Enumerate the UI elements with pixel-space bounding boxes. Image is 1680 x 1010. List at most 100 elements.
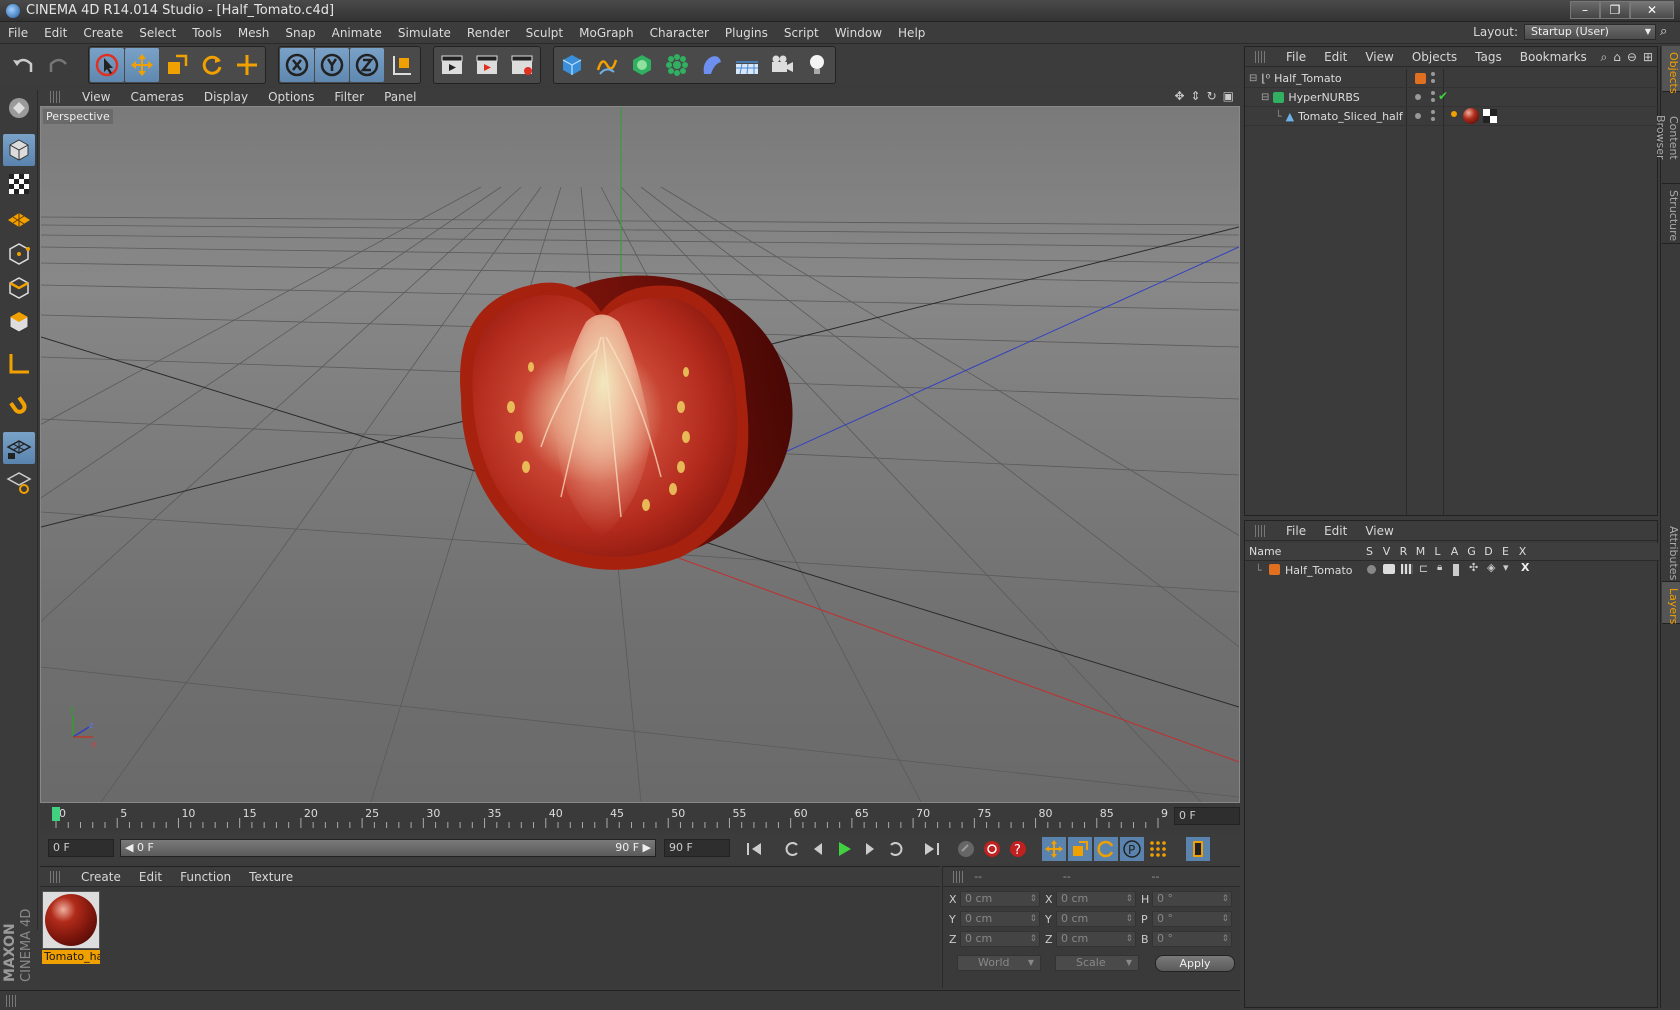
home-icon[interactable]: ⌂	[1613, 50, 1621, 65]
goto-next-key-button[interactable]	[884, 837, 908, 861]
layer-column-name[interactable]: Name	[1245, 545, 1361, 558]
layer-column-generators[interactable]: G	[1463, 545, 1480, 558]
layer-column-deformers[interactable]: D	[1480, 545, 1497, 558]
viewport-menu-filter[interactable]: Filter	[324, 90, 374, 104]
tab-layers[interactable]: Layers	[1662, 582, 1680, 624]
goto-previous-key-button[interactable]	[780, 837, 804, 861]
edges-mode-button[interactable]	[3, 272, 35, 304]
panel-grip[interactable]	[1255, 50, 1267, 63]
record-active-objects-button[interactable]	[954, 837, 978, 861]
tab-attributes[interactable]: Attributes	[1662, 520, 1680, 582]
layer-column-render[interactable]: R	[1395, 545, 1412, 558]
viewport-menu-view[interactable]: View	[72, 90, 120, 104]
rotation-track-toggle[interactable]	[1094, 837, 1118, 861]
view-toggle-icon[interactable]	[1383, 564, 1395, 574]
undo-button[interactable]	[6, 48, 40, 82]
material-thumbnail[interactable]	[42, 891, 100, 949]
minimize-button[interactable]: –	[1570, 1, 1600, 19]
material-menu-texture[interactable]: Texture	[240, 870, 302, 884]
menu-render[interactable]: Render	[459, 26, 518, 40]
menu-animate[interactable]: Animate	[324, 26, 390, 40]
layout-dropdown[interactable]: Startup (User)	[1524, 24, 1656, 40]
autokeying-button[interactable]	[980, 837, 1004, 861]
render-settings-button[interactable]	[505, 48, 539, 82]
editor-visibility-dot[interactable]	[1431, 91, 1435, 95]
xref-toggle-icon[interactable]: X	[1521, 561, 1529, 574]
menu-mograph[interactable]: MoGraph	[571, 26, 642, 40]
material-name-label[interactable]: Tomato_ha	[42, 950, 100, 964]
current-frame-field[interactable]: 0 F	[1174, 807, 1240, 825]
menu-select[interactable]: Select	[131, 26, 184, 40]
goto-previous-frame-button[interactable]	[806, 837, 830, 861]
layer-row-half-tomato[interactable]: └ Half_Tomato ⊏ 🔒︎ ✣ ◈ ▾ X	[1245, 561, 1659, 579]
layer-color-swatch[interactable]	[1415, 73, 1426, 84]
tomato-model[interactable]	[451, 250, 816, 587]
workplane-mode-button[interactable]	[3, 202, 35, 234]
add-array-button[interactable]	[660, 48, 694, 82]
add-floor-button[interactable]	[730, 48, 764, 82]
redo-button[interactable]	[42, 48, 76, 82]
layer-dot[interactable]	[1415, 94, 1421, 100]
menu-file[interactable]: File	[0, 26, 36, 40]
om-menu-view[interactable]: View	[1356, 50, 1402, 64]
panel-grip[interactable]	[50, 870, 62, 883]
rot-p-field[interactable]: 0 °	[1152, 911, 1232, 927]
render-visibility-dot[interactable]	[1431, 98, 1435, 102]
pos-x-field[interactable]: 0 cm	[960, 891, 1040, 907]
menu-tools[interactable]: Tools	[184, 26, 230, 40]
maximize-button[interactable]: ❐	[1600, 1, 1630, 19]
generators-toggle-icon[interactable]: ✣	[1469, 561, 1478, 574]
material-tag-icon[interactable]	[1463, 108, 1479, 124]
apply-button[interactable]: Apply	[1155, 955, 1235, 972]
start-frame-field[interactable]: 0 F	[48, 839, 114, 857]
animation-toggle-icon[interactable]	[1453, 564, 1459, 576]
menu-snap[interactable]: Snap	[277, 26, 323, 40]
rot-b-field[interactable]: 0 °	[1152, 931, 1232, 947]
goto-start-button[interactable]	[742, 837, 766, 861]
scale-track-toggle[interactable]	[1068, 837, 1092, 861]
parameter-track-toggle[interactable]: P	[1120, 837, 1144, 861]
model-mode-button[interactable]	[3, 134, 35, 166]
material-menu-edit[interactable]: Edit	[130, 870, 171, 884]
end-frame-field[interactable]: 90 F	[664, 839, 730, 857]
layer-column-manager[interactable]: M	[1412, 545, 1429, 558]
material-menu-function[interactable]: Function	[171, 870, 240, 884]
menu-plugins[interactable]: Plugins	[717, 26, 776, 40]
scale-tool[interactable]	[160, 48, 194, 82]
goto-end-button[interactable]	[920, 837, 944, 861]
collapse-icon[interactable]: ⊖	[1627, 50, 1637, 65]
tab-objects[interactable]: Objects	[1662, 46, 1680, 94]
solo-toggle-icon[interactable]	[1367, 565, 1376, 574]
z-axis-lock[interactable]	[350, 48, 384, 82]
deformers-toggle-icon[interactable]: ◈	[1487, 561, 1495, 574]
render-visibility-dot[interactable]	[1431, 79, 1435, 83]
object-row-half-tomato[interactable]: ⊟ ⌊⁰ Half_Tomato	[1245, 69, 1659, 88]
layer-column-view[interactable]: V	[1378, 545, 1395, 558]
menu-simulate[interactable]: Simulate	[390, 26, 459, 40]
timeline-button[interactable]	[1186, 837, 1210, 861]
goto-next-frame-button[interactable]	[858, 837, 882, 861]
uvw-tag-icon[interactable]	[1483, 109, 1497, 123]
add-deformer-button[interactable]	[695, 48, 729, 82]
close-button[interactable]: ✕	[1630, 1, 1674, 19]
snap-toggle-button[interactable]	[3, 390, 35, 422]
render-view-button[interactable]	[435, 48, 469, 82]
menu-edit[interactable]: Edit	[36, 26, 75, 40]
om-menu-objects[interactable]: Objects	[1403, 50, 1466, 64]
panel-grip[interactable]	[6, 995, 18, 1007]
layer-name[interactable]: Half_Tomato	[1285, 564, 1353, 577]
expressions-toggle-icon[interactable]: ▾	[1503, 561, 1509, 574]
position-track-toggle[interactable]	[1042, 837, 1066, 861]
lm-menu-edit[interactable]: Edit	[1315, 524, 1356, 538]
workplane-lock-button[interactable]	[3, 432, 35, 464]
layer-dot[interactable]	[1415, 113, 1421, 119]
om-menu-edit[interactable]: Edit	[1315, 50, 1356, 64]
coordinate-system-toggle[interactable]	[385, 48, 419, 82]
keyframe-selection-button[interactable]: ?	[1006, 837, 1030, 861]
layer-column-solo[interactable]: S	[1361, 545, 1378, 558]
menu-window[interactable]: Window	[827, 26, 890, 40]
polygons-mode-button[interactable]	[3, 306, 35, 338]
add-spline-button[interactable]	[590, 48, 624, 82]
menu-mesh[interactable]: Mesh	[230, 26, 278, 40]
om-menu-file[interactable]: File	[1277, 50, 1315, 64]
